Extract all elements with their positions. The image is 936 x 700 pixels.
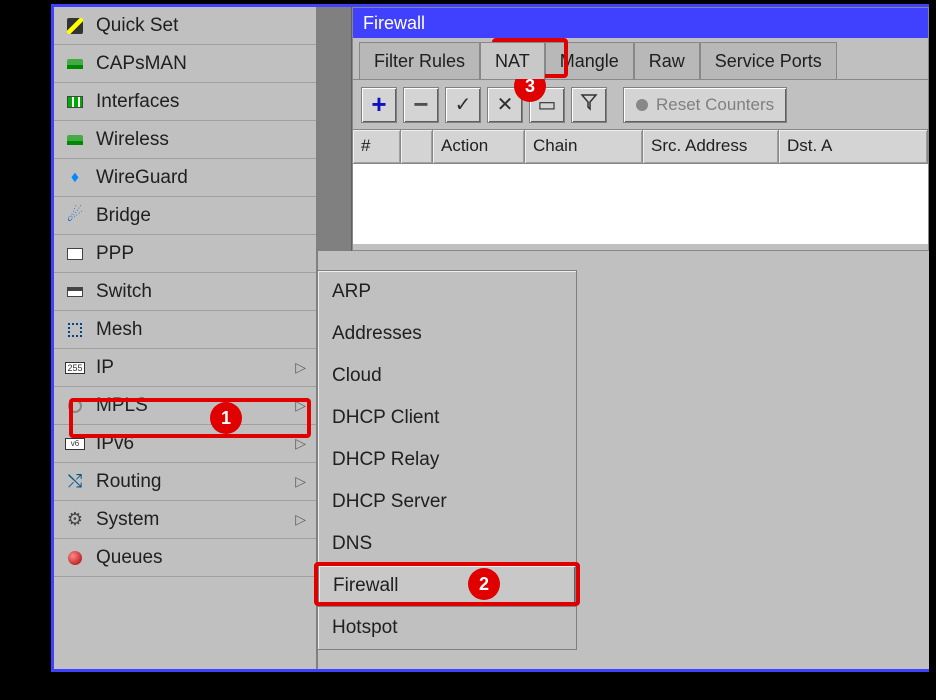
reset-counters-button[interactable]: Reset Counters — [623, 87, 787, 123]
plus-icon: + — [371, 89, 386, 120]
enable-button[interactable]: ✓ — [445, 87, 481, 123]
divider-strip — [318, 7, 352, 251]
chevron-right-icon: ▷ — [295, 435, 306, 452]
system-icon: ⚙ — [64, 509, 86, 531]
submenu-item-hotspot[interactable]: Hotspot — [318, 607, 576, 649]
tab-mangle[interactable]: Mangle — [545, 42, 634, 79]
submenu-item-dhcp-server[interactable]: DHCP Server — [318, 481, 576, 523]
mesh-icon — [64, 319, 86, 341]
sidebar-item-label: Interfaces — [96, 91, 306, 113]
sidebar-item-label: Wireless — [96, 129, 306, 151]
sidebar-item-system[interactable]: ⚙ System ▷ — [54, 501, 316, 539]
sidebar-item-queues[interactable]: Queues — [54, 539, 316, 577]
add-button[interactable]: + — [361, 87, 397, 123]
routing-icon: ⤭ — [64, 471, 86, 493]
interfaces-icon — [64, 91, 86, 113]
funnel-icon — [580, 93, 598, 117]
submenu-item-dhcp-relay[interactable]: DHCP Relay — [318, 439, 576, 481]
ppp-icon — [64, 243, 86, 265]
col-chain[interactable]: Chain — [525, 130, 643, 163]
magic-wand-icon — [64, 15, 86, 37]
sidebar-item-mpls[interactable]: MPLS ▷ — [54, 387, 316, 425]
sidebar-item-wireguard[interactable]: ♦ WireGuard — [54, 159, 316, 197]
firewall-window: Firewall Filter Rules NAT Mangle Raw Ser… — [352, 7, 929, 251]
sidebar-item-label: Bridge — [96, 205, 306, 227]
sidebar-item-label: IPv6 — [96, 433, 295, 455]
note-icon: ▭ — [538, 92, 557, 117]
chevron-right-icon: ▷ — [295, 359, 306, 376]
col-src-address[interactable]: Src. Address — [643, 130, 779, 163]
sidebar-item-label: MPLS — [96, 395, 295, 417]
col-number[interactable]: # — [353, 130, 401, 163]
tabs: Filter Rules NAT Mangle Raw Service Port… — [353, 38, 928, 80]
target-icon — [636, 99, 648, 111]
filter-button[interactable] — [571, 87, 607, 123]
col-action[interactable]: Action — [433, 130, 525, 163]
sidebar-item-label: PPP — [96, 243, 306, 265]
table-header: # Action Chain Src. Address Dst. A — [353, 130, 928, 164]
sidebar-item-label: WireGuard — [96, 167, 306, 189]
sidebar-item-switch[interactable]: Switch — [54, 273, 316, 311]
ip-submenu: ARP Addresses Cloud DHCP Client DHCP Rel… — [317, 270, 577, 650]
submenu-item-dns[interactable]: DNS — [318, 523, 576, 565]
sidebar-item-label: IP — [96, 357, 295, 379]
table-body[interactable] — [353, 164, 928, 244]
sidebar-item-label: Switch — [96, 281, 306, 303]
sidebar-item-bridge[interactable]: ☄ Bridge — [54, 197, 316, 235]
tab-nat[interactable]: NAT — [480, 42, 545, 79]
sidebar-item-label: Mesh — [96, 319, 306, 341]
submenu-item-firewall[interactable]: Firewall — [318, 565, 576, 607]
ipv6-icon: v6 — [64, 433, 86, 455]
remove-button[interactable]: − — [403, 87, 439, 123]
sidebar-item-interfaces[interactable]: Interfaces — [54, 83, 316, 121]
sidebar-item-capsman[interactable]: CAPsMAN — [54, 45, 316, 83]
capsman-icon — [64, 53, 86, 75]
sidebar-item-routing[interactable]: ⤭ Routing ▷ — [54, 463, 316, 501]
queues-icon — [64, 547, 86, 569]
comment-button[interactable]: ▭ — [529, 87, 565, 123]
sidebar-item-label: Quick Set — [96, 15, 306, 37]
sidebar-item-ppp[interactable]: PPP — [54, 235, 316, 273]
submenu-item-cloud[interactable]: Cloud — [318, 355, 576, 397]
reset-counters-label: Reset Counters — [656, 95, 774, 115]
col-blank[interactable] — [401, 130, 433, 163]
submenu-item-arp[interactable]: ARP — [318, 271, 576, 313]
tab-raw[interactable]: Raw — [634, 42, 700, 79]
disable-button[interactable]: ✕ — [487, 87, 523, 123]
check-icon: ✓ — [455, 92, 472, 117]
mpls-icon — [64, 395, 86, 417]
sidebar-item-mesh[interactable]: Mesh — [54, 311, 316, 349]
toolbar: + − ✓ ✕ ▭ Reset Counters — [353, 80, 928, 130]
sidebar-item-label: System — [96, 509, 295, 531]
submenu-item-addresses[interactable]: Addresses — [318, 313, 576, 355]
wireguard-icon: ♦ — [64, 167, 86, 189]
sidebar-item-label: Routing — [96, 471, 295, 493]
tab-filter-rules[interactable]: Filter Rules — [359, 42, 480, 79]
window-title: Firewall — [353, 8, 928, 38]
sidebar-item-wireless[interactable]: Wireless — [54, 121, 316, 159]
minus-icon: − — [413, 89, 428, 120]
bridge-icon: ☄ — [64, 205, 86, 227]
switch-icon — [64, 281, 86, 303]
sidebar-item-label: CAPsMAN — [96, 53, 306, 75]
sidebar: Quick Set CAPsMAN Interfaces Wireless ♦ … — [54, 7, 318, 669]
sidebar-item-label: Queues — [96, 547, 306, 569]
chevron-right-icon: ▷ — [295, 473, 306, 490]
chevron-right-icon: ▷ — [295, 397, 306, 414]
wireless-icon — [64, 129, 86, 151]
tab-service-ports[interactable]: Service Ports — [700, 42, 837, 79]
col-dst-address[interactable]: Dst. A — [779, 130, 928, 163]
submenu-item-dhcp-client[interactable]: DHCP Client — [318, 397, 576, 439]
ip-icon: 255 — [64, 357, 86, 379]
sidebar-item-quickset[interactable]: Quick Set — [54, 7, 316, 45]
sidebar-item-ipv6[interactable]: v6 IPv6 ▷ — [54, 425, 316, 463]
sidebar-item-ip[interactable]: 255 IP ▷ — [54, 349, 316, 387]
cross-icon: ✕ — [497, 92, 514, 117]
chevron-right-icon: ▷ — [295, 511, 306, 528]
